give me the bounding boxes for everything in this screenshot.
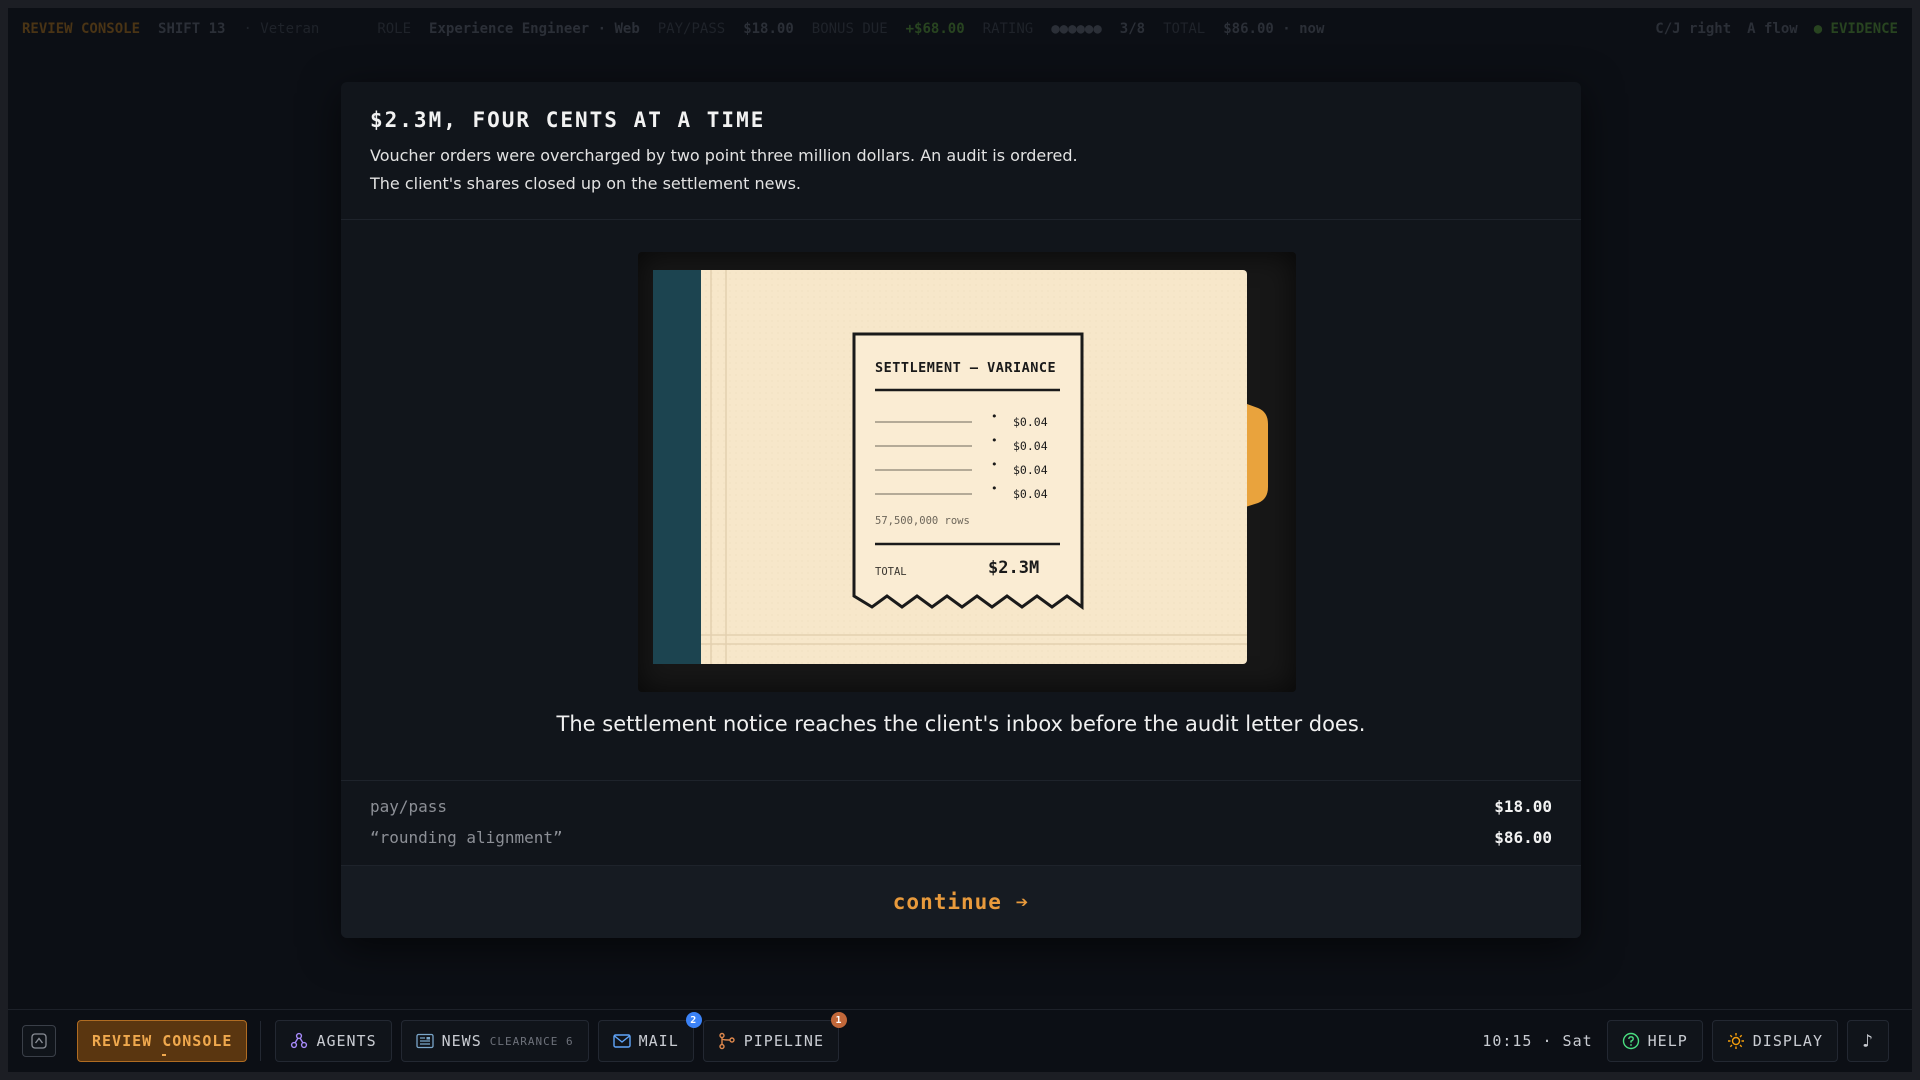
topbar-shift-sub: · Veteran bbox=[243, 21, 320, 37]
mail-icon bbox=[612, 1034, 631, 1048]
card-header: $2.3M, FOUR CENTS AT A TIME Voucher orde… bbox=[341, 82, 1581, 220]
music-button[interactable]: ♪ bbox=[1847, 1020, 1889, 1062]
topbar-role: Experience Engineer · Web bbox=[429, 21, 640, 37]
review-console-label: REVIEW CONSOLE bbox=[92, 1032, 233, 1050]
ledger-row: pay/pass $18.00 bbox=[370, 797, 1552, 828]
launcher-button[interactable] bbox=[22, 1025, 56, 1057]
receipt-rows: 57,500,000 rows bbox=[875, 515, 970, 527]
topbar-rating: ●●●●●● bbox=[1051, 21, 1102, 37]
topbar-evidence: ● EVIDENCE bbox=[1813, 21, 1898, 37]
top-status-bar: REVIEW CONSOLE SHIFT 13 · Veteran ROLE E… bbox=[8, 8, 1912, 50]
receipt-bullet: • bbox=[991, 434, 998, 447]
topbar-console: REVIEW CONSOLE bbox=[22, 21, 141, 37]
receipt-line-amount: $0.04 bbox=[1013, 439, 1048, 453]
receipt-illustration-svg: SETTLEMENT — VARIANCE • $0.04 • $0.04 • … bbox=[653, 270, 1268, 664]
active-indicator bbox=[162, 1054, 167, 1056]
help-label: HELP bbox=[1647, 1032, 1688, 1050]
display-label: DISPLAY bbox=[1752, 1032, 1823, 1050]
continue-area: continue ➔ bbox=[341, 866, 1581, 938]
music-note-icon: ♪ bbox=[1862, 1030, 1874, 1052]
card-subtitle-1: Voucher orders were overcharged by two p… bbox=[370, 146, 1078, 165]
taskbar-divider bbox=[260, 1021, 262, 1061]
mail-badge: 2 bbox=[685, 1012, 702, 1028]
pipeline-button[interactable]: PIPELINE 1 bbox=[702, 1012, 847, 1062]
topbar-pay: $18.00 bbox=[743, 21, 794, 37]
topbar-shift: SHIFT 13 bbox=[158, 21, 226, 37]
sun-icon bbox=[1727, 1033, 1744, 1049]
news-clearance: CLEARANCE 6 bbox=[489, 1034, 574, 1048]
news-button[interactable]: NEWS CLEARANCE 6 bbox=[400, 1020, 589, 1062]
agents-button[interactable]: AGENTS bbox=[275, 1020, 392, 1062]
receipt-line-amount: $0.04 bbox=[1013, 415, 1048, 429]
mail-button[interactable]: MAIL 2 bbox=[597, 1012, 702, 1062]
taskbar: REVIEW CONSOLE AGENTS NEWS CLEARANCE 6 M… bbox=[8, 1009, 1912, 1072]
ledger-amount: $86.00 bbox=[1494, 828, 1552, 847]
ledger-amount: $18.00 bbox=[1494, 797, 1552, 816]
receipt-illustration: SETTLEMENT — VARIANCE • $0.04 • $0.04 • … bbox=[638, 252, 1296, 692]
paper-binding bbox=[653, 270, 701, 664]
receipt-bullet: • bbox=[991, 482, 998, 495]
ledger-label: pay/pass bbox=[370, 797, 448, 816]
continue-button[interactable]: continue ➔ bbox=[893, 890, 1029, 914]
receipt-bullet: • bbox=[991, 410, 998, 423]
receipt-line-amount: $0.04 bbox=[1013, 463, 1048, 477]
card-subtitle-2: The client's shares closed up on the set… bbox=[370, 174, 802, 193]
app-frame: REVIEW CONSOLE SHIFT 13 · Veteran ROLE E… bbox=[8, 8, 1912, 1072]
topbar-bonus: +$68.00 bbox=[905, 21, 965, 37]
pipeline-icon bbox=[719, 1032, 735, 1050]
news-label: NEWS bbox=[441, 1032, 482, 1050]
receipt-total-label: TOTAL bbox=[875, 566, 907, 578]
topbar-pay-label: PAY/PASS bbox=[657, 21, 726, 37]
mail-label: MAIL bbox=[638, 1032, 679, 1050]
taskbar-right: 10:15 · Sat HELP DISPLAY ♪ bbox=[1482, 1020, 1898, 1062]
review-console-button[interactable]: REVIEW CONSOLE bbox=[77, 1020, 248, 1062]
pipeline-label: PIPELINE bbox=[743, 1032, 824, 1050]
topbar-role-label: ROLE bbox=[377, 21, 412, 37]
newspaper-icon bbox=[415, 1033, 434, 1049]
display-button[interactable]: DISPLAY bbox=[1711, 1020, 1838, 1062]
receipt-bullet: • bbox=[991, 458, 998, 471]
outcome-card: $2.3M, FOUR CENTS AT A TIME Voucher orde… bbox=[341, 82, 1581, 938]
pipeline-badge: 1 bbox=[830, 1012, 847, 1028]
topbar-bonus-label: BONUS DUE bbox=[811, 21, 888, 37]
outcome-caption: The settlement notice reaches the client… bbox=[556, 712, 1366, 736]
help-button[interactable]: HELP bbox=[1606, 1020, 1703, 1062]
receipt-title: SETTLEMENT — VARIANCE bbox=[875, 360, 1056, 376]
help-icon bbox=[1622, 1032, 1639, 1050]
topbar-total: $86.00 · now bbox=[1223, 21, 1325, 37]
receipt-total-value: $2.3M bbox=[988, 558, 1039, 578]
ledger-row: “rounding alignment” $86.00 bbox=[370, 828, 1552, 859]
topbar-rating-label: RATING bbox=[982, 21, 1034, 37]
ledger-label: “rounding alignment” bbox=[370, 828, 563, 847]
agents-icon bbox=[291, 1032, 308, 1049]
chevron-up-icon bbox=[31, 1033, 47, 1049]
clock: 10:15 · Sat bbox=[1482, 1032, 1593, 1050]
topbar-count: 3/8 bbox=[1119, 21, 1146, 37]
topbar-total-label: TOTAL bbox=[1163, 21, 1206, 37]
receipt-line-amount: $0.04 bbox=[1013, 487, 1048, 501]
card-title: $2.3M, FOUR CENTS AT A TIME bbox=[370, 108, 766, 132]
pay-ledger: pay/pass $18.00 “rounding alignment” $86… bbox=[341, 780, 1581, 866]
agents-label: AGENTS bbox=[316, 1032, 377, 1050]
topbar-right-a: C/J right bbox=[1655, 21, 1732, 37]
topbar-right-b: A flow bbox=[1747, 21, 1798, 37]
